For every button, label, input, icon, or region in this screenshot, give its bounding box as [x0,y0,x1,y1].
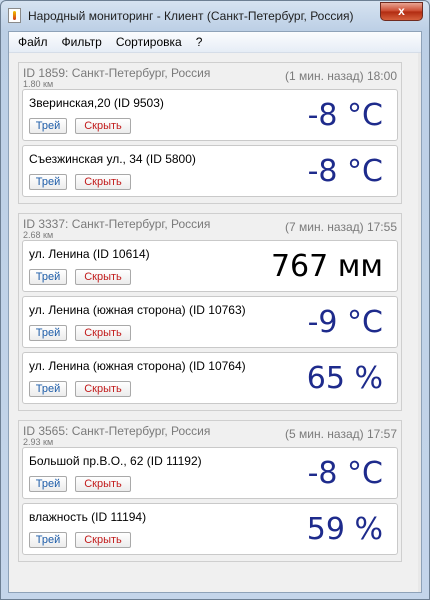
station-id: ID 3337: Санкт-Петербург, Россия [23,217,211,231]
title-bar[interactable]: Народный мониторинг - Клиент (Санкт-Пете… [1,1,429,31]
tray-button[interactable]: Трей [29,381,67,397]
sensor-card: Съезжинская ул., 34 (ID 5800) Трей Скрыт… [22,145,398,197]
tray-button[interactable]: Трей [29,269,67,285]
station-header: ID 1859: Санкт-Петербург, Россия 1.80 км… [19,63,401,89]
menu-help[interactable]: ? [189,32,210,52]
station-group: ID 3565: Санкт-Петербург, Россия 2.93 км… [18,420,402,562]
hide-button[interactable]: Скрыть [75,381,131,397]
menu-sort[interactable]: Сортировка [109,32,189,52]
sensor-value: -9 °C [307,305,383,340]
sensor-value: 767 мм [270,249,383,284]
sensor-list-scroll-area[interactable]: ID 1859: Санкт-Петербург, Россия 1.80 км… [9,53,421,592]
close-button[interactable]: x [380,2,423,21]
sensor-label: ул. Ленина (южная сторона) (ID 10764) [29,359,246,373]
sensor-label: влажность (ID 11194) [29,510,147,524]
sensor-label: ул. Ленина (южная сторона) (ID 10763) [29,303,246,317]
sensor-card: влажность (ID 11194) Трей Скрыть 59 % [22,503,398,555]
hide-button[interactable]: Скрыть [75,174,131,190]
station-header: ID 3337: Санкт-Петербург, Россия 2.68 км… [19,214,401,240]
station-time: (7 мин. назад) 17:55 [285,220,397,234]
station-time: (1 мин. назад) 18:00 [285,69,397,83]
sensor-value: 59 % [306,512,383,547]
hide-button[interactable]: Скрыть [75,476,131,492]
sensor-label: ул. Ленина (ID 10614) [29,247,150,261]
tray-button[interactable]: Трей [29,532,67,548]
station-time: (5 мин. назад) 17:57 [285,427,397,441]
sensor-value: 65 % [306,361,383,396]
sensor-list: ID 1859: Санкт-Петербург, Россия 1.80 км… [9,53,413,562]
sensor-card: ул. Ленина (ID 10614) Трей Скрыть 767 мм [22,240,398,292]
station-id: ID 3565: Санкт-Петербург, Россия [23,424,211,438]
sensor-label: Съезжинская ул., 34 (ID 5800) [29,152,196,166]
station-distance: 2.93 км [23,437,54,447]
sensor-label: Большой пр.В.О., 62 (ID 11192) [29,454,202,468]
window-title: Народный мониторинг - Клиент (Санкт-Пете… [28,9,354,23]
tray-button[interactable]: Трей [29,174,67,190]
station-group: ID 3337: Санкт-Петербург, Россия 2.68 км… [18,213,402,411]
thermometer-app-icon [8,8,21,23]
hide-button[interactable]: Скрыть [75,118,131,134]
hide-button[interactable]: Скрыть [75,269,131,285]
menu-file[interactable]: Файл [11,32,55,52]
station-group: ID 1859: Санкт-Петербург, Россия 1.80 км… [18,62,402,204]
tray-button[interactable]: Трей [29,325,67,341]
station-id: ID 1859: Санкт-Петербург, Россия [23,66,211,80]
tray-button[interactable]: Трей [29,118,67,134]
sensor-value: -8 °C [307,98,383,133]
app-window: Народный мониторинг - Клиент (Санкт-Пете… [0,0,430,600]
sensor-card: Зверинская,20 (ID 9503) Трей Скрыть -8 °… [22,89,398,141]
menu-filter[interactable]: Фильтр [55,32,109,52]
tray-button[interactable]: Трей [29,476,67,492]
sensor-value: -8 °C [307,154,383,189]
sensor-label: Зверинская,20 (ID 9503) [29,96,164,110]
station-header: ID 3565: Санкт-Петербург, Россия 2.93 км… [19,421,401,447]
sensor-card: ул. Ленина (южная сторона) (ID 10763) Тр… [22,296,398,348]
sensor-card: ул. Ленина (южная сторона) (ID 10764) Тр… [22,352,398,404]
sensor-value: -8 °C [307,456,383,491]
station-distance: 1.80 км [23,79,54,89]
client-area: Файл Фильтр Сортировка ? ID 1859: Санкт-… [8,31,422,593]
hide-button[interactable]: Скрыть [75,532,131,548]
window-bottom-frame [1,593,429,599]
hide-button[interactable]: Скрыть [75,325,131,341]
sensor-card: Большой пр.В.О., 62 (ID 11192) Трей Скры… [22,447,398,499]
vertical-scrollbar[interactable] [418,53,421,592]
menu-bar: Файл Фильтр Сортировка ? [9,32,421,53]
station-distance: 2.68 км [23,230,54,240]
